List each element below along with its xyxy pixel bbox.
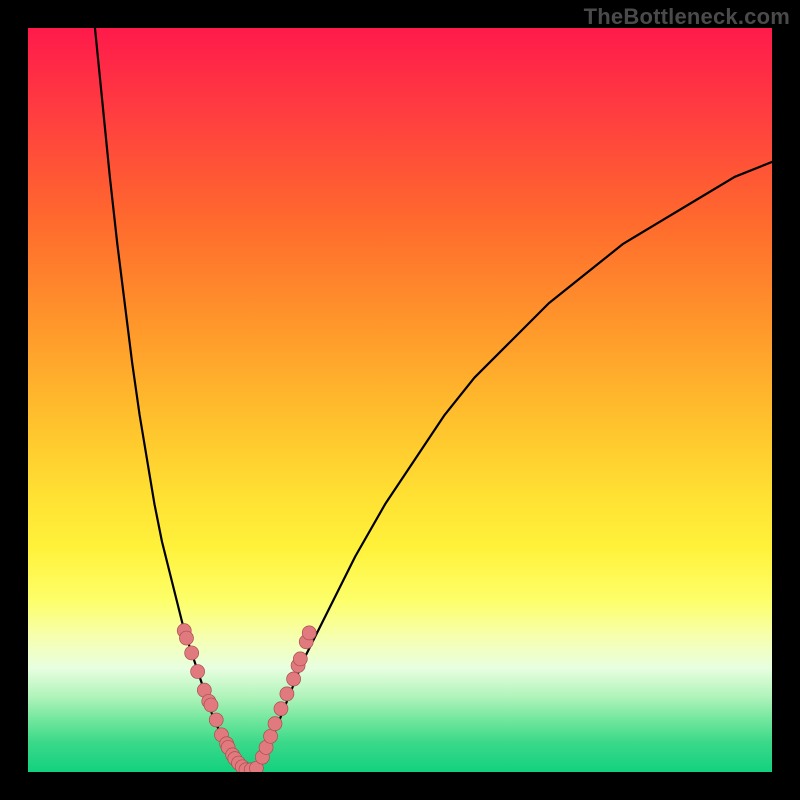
- marker-point: [268, 717, 282, 731]
- watermark-label: TheBottleneck.com: [584, 4, 790, 30]
- marker-point: [179, 631, 193, 645]
- chart-frame: TheBottleneck.com: [0, 0, 800, 800]
- marker-point: [274, 702, 288, 716]
- marker-point: [209, 713, 223, 727]
- marker-point: [302, 626, 316, 640]
- marker-point: [287, 672, 301, 686]
- marker-point: [185, 646, 199, 660]
- markers-layer: [177, 624, 316, 772]
- marker-point: [204, 698, 218, 712]
- plot-area: [28, 28, 772, 772]
- marker-point: [280, 687, 294, 701]
- curve-right-branch: [259, 162, 772, 765]
- marker-point: [191, 665, 205, 679]
- chart-svg: [28, 28, 772, 772]
- marker-point: [293, 652, 307, 666]
- lines-layer: [95, 28, 772, 770]
- curve-left-branch: [95, 28, 236, 765]
- marker-point: [264, 729, 278, 743]
